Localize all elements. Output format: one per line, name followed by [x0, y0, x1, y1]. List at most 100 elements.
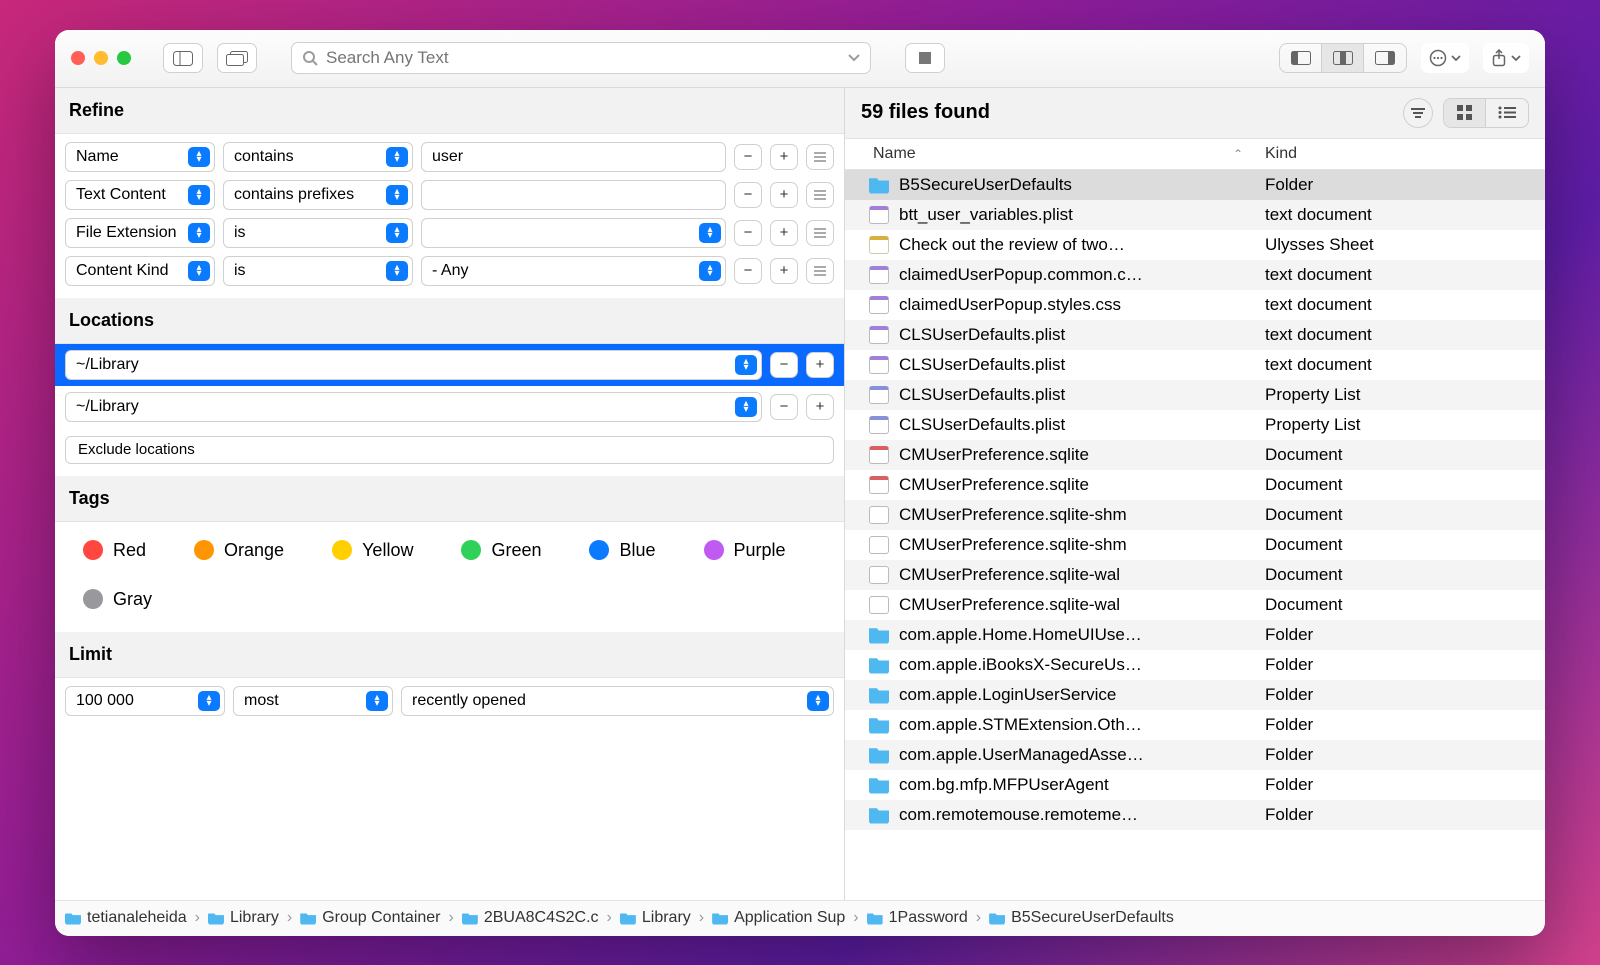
add-location-button[interactable]: +: [806, 352, 834, 378]
layout-center-button[interactable]: [1322, 44, 1364, 72]
window-zoom-button[interactable]: [117, 51, 131, 65]
remove-rule-button[interactable]: −: [734, 182, 762, 208]
file-row[interactable]: CLSUserDefaults.plisttext document: [845, 350, 1545, 380]
path-item[interactable]: B5SecureUserDefaults: [989, 909, 1174, 927]
share-button[interactable]: [1483, 43, 1529, 73]
rule-options-button[interactable]: [806, 144, 834, 170]
file-row[interactable]: Check out the review of two…Ulysses Shee…: [845, 230, 1545, 260]
rule-operator-select[interactable]: is▴▾: [223, 256, 413, 286]
path-item[interactable]: Library: [620, 909, 691, 927]
rule-value-select[interactable]: ▴▾: [421, 218, 726, 248]
path-item[interactable]: Group Container: [300, 909, 440, 927]
add-rule-button[interactable]: +: [770, 220, 798, 246]
file-row[interactable]: com.remotemouse.remoteme…Folder: [845, 800, 1545, 830]
column-kind-header[interactable]: Kind: [1265, 145, 1545, 163]
tag-label: Orange: [224, 540, 284, 561]
file-row[interactable]: CMUserPreference.sqlite-walDocument: [845, 590, 1545, 620]
rule-value-input[interactable]: [421, 180, 726, 210]
rule-operator-select[interactable]: is▴▾: [223, 218, 413, 248]
rule-attribute-select[interactable]: Name▴▾: [65, 142, 215, 172]
exclude-locations-button[interactable]: Exclude locations: [65, 436, 834, 464]
rule-attribute-select[interactable]: Text Content▴▾: [65, 180, 215, 210]
rule-options-button[interactable]: [806, 220, 834, 246]
search-field[interactable]: [291, 42, 871, 74]
tag-red[interactable]: Red: [83, 540, 146, 561]
path-item[interactable]: 1Password: [867, 909, 968, 927]
file-row[interactable]: CLSUserDefaults.plistProperty List: [845, 380, 1545, 410]
tag-purple[interactable]: Purple: [704, 540, 786, 561]
file-row[interactable]: com.apple.UserManagedAsse…Folder: [845, 740, 1545, 770]
file-row[interactable]: B5SecureUserDefaultsFolder: [845, 170, 1545, 200]
column-kind-label: Kind: [1265, 145, 1297, 162]
file-row[interactable]: CMUserPreference.sqlite-walDocument: [845, 560, 1545, 590]
file-row[interactable]: CLSUserDefaults.plisttext document: [845, 320, 1545, 350]
location-row[interactable]: ~/Library▴▾−+: [55, 344, 844, 386]
toggle-sidebar-button[interactable]: [163, 43, 203, 73]
stop-button[interactable]: [905, 43, 945, 73]
add-location-button[interactable]: +: [806, 394, 834, 420]
tag-gray[interactable]: Gray: [83, 589, 152, 610]
rule-attribute-select[interactable]: File Extension▴▾: [65, 218, 215, 248]
tag-yellow[interactable]: Yellow: [332, 540, 413, 561]
location-path-select[interactable]: ~/Library▴▾: [65, 392, 762, 422]
path-item[interactable]: Library: [208, 909, 279, 927]
limit-direction-select[interactable]: most ▴▾: [233, 686, 393, 716]
tag-green[interactable]: Green: [461, 540, 541, 561]
add-rule-button[interactable]: +: [770, 182, 798, 208]
view-grid-button[interactable]: [1444, 99, 1486, 127]
limit-count-select[interactable]: 100 000 ▴▾: [65, 686, 225, 716]
search-input[interactable]: [326, 48, 840, 68]
location-path-select[interactable]: ~/Library▴▾: [65, 350, 762, 380]
window-close-button[interactable]: [71, 51, 85, 65]
window-minimize-button[interactable]: [94, 51, 108, 65]
chevron-up-down-icon: ▴▾: [188, 147, 210, 167]
tag-orange[interactable]: Orange: [194, 540, 284, 561]
rule-attribute-select[interactable]: Content Kind▴▾: [65, 256, 215, 286]
file-row[interactable]: com.apple.iBooksX-SecureUs…Folder: [845, 650, 1545, 680]
path-label: 2BUA8C4S2C.c: [484, 909, 599, 927]
remove-rule-button[interactable]: −: [734, 144, 762, 170]
add-rule-button[interactable]: +: [770, 144, 798, 170]
file-row[interactable]: CMUserPreference.sqliteDocument: [845, 440, 1545, 470]
remove-rule-button[interactable]: −: [734, 220, 762, 246]
file-row[interactable]: CLSUserDefaults.plistProperty List: [845, 410, 1545, 440]
folder-icon: [208, 912, 224, 925]
file-row[interactable]: com.apple.STMExtension.Oth…Folder: [845, 710, 1545, 740]
filter-button[interactable]: [1403, 98, 1433, 128]
tag-blue[interactable]: Blue: [589, 540, 655, 561]
file-row[interactable]: CMUserPreference.sqlite-shmDocument: [845, 530, 1545, 560]
file-row[interactable]: claimedUserPopup.styles.csstext document: [845, 290, 1545, 320]
path-item[interactable]: Application Sup: [712, 909, 845, 927]
remove-location-button[interactable]: −: [770, 394, 798, 420]
rule-operator-select[interactable]: contains▴▾: [223, 142, 413, 172]
file-row[interactable]: CMUserPreference.sqliteDocument: [845, 470, 1545, 500]
file-row[interactable]: claimedUserPopup.common.c…text document: [845, 260, 1545, 290]
file-row[interactable]: btt_user_variables.plisttext document: [845, 200, 1545, 230]
file-row[interactable]: com.apple.LoginUserServiceFolder: [845, 680, 1545, 710]
remove-rule-button[interactable]: −: [734, 258, 762, 284]
view-list-button[interactable]: [1486, 99, 1528, 127]
windows-button[interactable]: [217, 43, 257, 73]
column-name-header[interactable]: Name ⌃: [845, 145, 1265, 163]
path-item[interactable]: tetianaleheida: [65, 909, 187, 927]
file-name: Check out the review of two…: [899, 235, 1265, 255]
layout-left-button[interactable]: [1280, 44, 1322, 72]
rule-value-select[interactable]: - Any▴▾: [421, 256, 726, 286]
limit-sort-select[interactable]: recently opened ▴▾: [401, 686, 834, 716]
add-rule-button[interactable]: +: [770, 258, 798, 284]
file-row[interactable]: CMUserPreference.sqlite-shmDocument: [845, 500, 1545, 530]
more-options-button[interactable]: [1421, 43, 1469, 73]
file-row[interactable]: com.bg.mfp.MFPUserAgentFolder: [845, 770, 1545, 800]
file-row[interactable]: com.apple.Home.HomeUIUse…Folder: [845, 620, 1545, 650]
chevron-down-icon[interactable]: [848, 54, 860, 62]
rule-options-button[interactable]: [806, 258, 834, 284]
file-kind: Folder: [1265, 775, 1545, 795]
app-window: Refine Name▴▾contains▴▾−+Text Content▴▾c…: [55, 30, 1545, 936]
rule-value-input[interactable]: [421, 142, 726, 172]
rule-operator-select[interactable]: contains prefixes▴▾: [223, 180, 413, 210]
location-row[interactable]: ~/Library▴▾−+: [55, 386, 844, 428]
path-item[interactable]: 2BUA8C4S2C.c: [462, 909, 599, 927]
layout-right-button[interactable]: [1364, 44, 1406, 72]
remove-location-button[interactable]: −: [770, 352, 798, 378]
rule-options-button[interactable]: [806, 182, 834, 208]
